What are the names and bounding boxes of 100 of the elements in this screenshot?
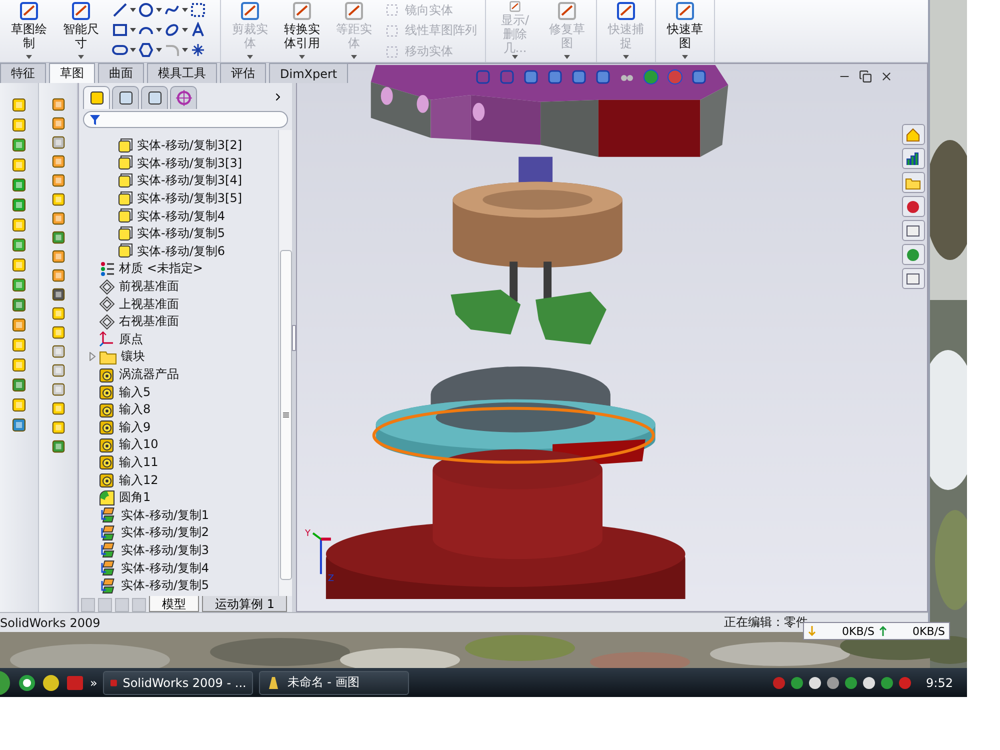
feature-icon [50, 192, 66, 207]
more-button[interactable]: » [90, 676, 98, 690]
caret-icon[interactable] [156, 8, 162, 12]
app-icon[interactable] [66, 674, 84, 692]
tree-item[interactable]: 实体-移动/复制4 [137, 208, 226, 225]
task-pane-button[interactable] [902, 220, 924, 241]
ball-icon[interactable] [42, 674, 60, 692]
line-icon[interactable] [112, 2, 128, 18]
filter-field[interactable] [83, 111, 288, 128]
scrollbar[interactable] [278, 130, 292, 596]
task-pane-button[interactable] [902, 268, 924, 289]
caret-icon[interactable] [182, 28, 188, 32]
caret-icon[interactable] [130, 28, 136, 32]
panel-tab[interactable] [83, 86, 110, 109]
polygon-icon[interactable] [138, 42, 154, 58]
tree-item[interactable]: 输入5 [119, 384, 151, 401]
rectangle-icon[interactable] [112, 22, 128, 38]
tree-item[interactable]: 实体-移动/复制1 [121, 506, 210, 524]
ribbon-button[interactable]: 快速草图 [660, 0, 710, 62]
text-icon[interactable] [190, 22, 206, 38]
tree-item[interactable]: 材质 <未指定> [119, 260, 203, 278]
feature-icon [11, 97, 27, 113]
caret-icon[interactable] [130, 48, 136, 52]
tree-item[interactable]: 实体-移动/复制5 [121, 577, 210, 594]
tab[interactable]: DimXpert [269, 63, 348, 83]
ellipse-icon[interactable] [164, 22, 180, 38]
task-pane-button[interactable] [902, 124, 924, 145]
task-pane-button[interactable] [902, 148, 924, 169]
restore-icon[interactable] [859, 70, 872, 83]
color-ball-icon[interactable] [643, 69, 659, 85]
caret-icon[interactable] [130, 8, 136, 12]
close-icon[interactable] [880, 70, 893, 83]
task-button[interactable]: 未命名 - 画图 [259, 670, 410, 694]
tab[interactable]: 特征 [0, 63, 46, 83]
task-pane-button[interactable] [902, 172, 924, 193]
tree-item[interactable]: 实体-移动/复制3[4] [137, 172, 242, 190]
tree-item[interactable]: 实体-移动/复制3[2] [137, 137, 242, 154]
tab[interactable]: 模型 [149, 596, 199, 612]
tray-icon[interactable] [862, 676, 876, 690]
tree-item[interactable]: 实体-移动/复制5 [137, 225, 226, 242]
tree-item[interactable]: 输入8 [119, 401, 151, 418]
folder-icon [99, 348, 117, 365]
feature-icon [50, 154, 66, 169]
point-icon[interactable] [190, 42, 206, 58]
tab[interactable]: 评估 [220, 63, 266, 83]
caret-icon[interactable] [156, 48, 162, 52]
tree-item[interactable]: 实体-移动/复制3[3] [137, 154, 242, 172]
move-body-icon [99, 507, 117, 524]
tree-item[interactable]: 实体-移动/复制2 [121, 524, 210, 542]
tree-item[interactable]: 输入9 [119, 418, 151, 436]
tree-item[interactable]: 镶块 [121, 348, 145, 366]
tree-item[interactable]: 实体-移动/复制3 [121, 542, 210, 559]
move-body-icon [99, 578, 117, 594]
ribbon-button[interactable]: 转换实体引用 [277, 0, 327, 62]
globe-icon[interactable] [18, 674, 36, 692]
tray-icon[interactable] [826, 676, 840, 690]
panel-tab[interactable] [112, 86, 139, 109]
sketch-tool-icon [674, 0, 696, 22]
tab[interactable]: 模具工具 [147, 63, 217, 83]
tree-item[interactable]: 上视基准面 [119, 296, 179, 313]
tray-icon[interactable] [808, 676, 822, 690]
plane-icon [99, 296, 115, 312]
tree-item[interactable]: 输入11 [119, 454, 158, 471]
tab[interactable]: 草图 [49, 63, 95, 83]
feature-icon [11, 277, 27, 293]
tree-item[interactable]: 圆角1 [119, 489, 151, 506]
tree-item[interactable]: 前视基准面 [119, 278, 179, 296]
start-button[interactable] [0, 670, 12, 696]
feature-icon [11, 257, 27, 273]
tab[interactable]: 运动算例 1 [202, 596, 288, 612]
splitter-handle[interactable] [292, 324, 296, 350]
tree-item[interactable]: 原点 [119, 330, 143, 348]
feature-icon [11, 377, 27, 393]
circle-icon[interactable] [138, 2, 154, 18]
tree-item[interactable]: 右视基准面 [119, 313, 179, 330]
move-body-icon [99, 560, 117, 576]
tree-item[interactable]: 涡流器产品 [119, 366, 179, 384]
expand-icon[interactable] [89, 352, 96, 362]
tree-item[interactable]: 输入12 [119, 472, 158, 489]
task-pane-button[interactable] [902, 196, 924, 217]
sketch-tool-icon [291, 0, 313, 22]
sketch-tool-icon [556, 0, 578, 22]
tree-item[interactable]: 实体-移动/复制4 [121, 560, 210, 577]
tab[interactable]: 曲面 [98, 63, 144, 83]
task-button[interactable]: SolidWorks 2009 - ... [103, 670, 254, 694]
caret-icon[interactable] [182, 8, 188, 12]
panel-tab[interactable] [141, 86, 168, 109]
ribbon-button[interactable]: 智能尺寸 [56, 0, 106, 62]
scroll-thumb[interactable] [280, 250, 292, 580]
imported-part-icon [99, 472, 115, 488]
slot-icon[interactable] [112, 42, 128, 58]
caret-icon[interactable] [156, 28, 162, 32]
caret-icon[interactable] [182, 48, 188, 52]
sketch-tool-icon [18, 0, 40, 22]
feature-icon [11, 117, 27, 133]
tree-item[interactable]: 实体-移动/复制3[5] [137, 190, 242, 208]
ribbon-button[interactable]: 草图绘制 [4, 0, 54, 62]
point-grid-icon[interactable] [190, 2, 206, 18]
tree-item[interactable]: 实体-移动/复制6 [137, 242, 226, 260]
tree-item[interactable]: 输入10 [119, 436, 158, 454]
